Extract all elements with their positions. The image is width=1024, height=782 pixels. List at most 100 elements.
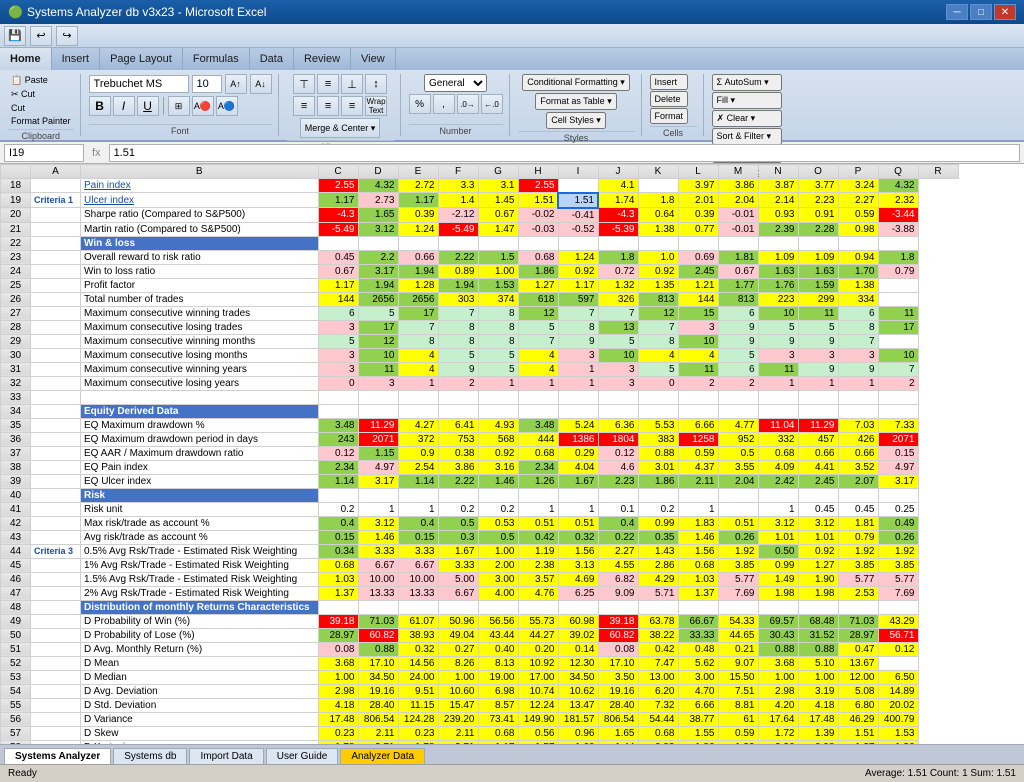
undo-button[interactable]: ↩	[30, 26, 52, 46]
data-cell[interactable]: 7	[838, 334, 878, 348]
data-cell[interactable]: 7	[558, 306, 598, 320]
data-cell[interactable]: 0.5	[438, 516, 478, 530]
data-cell[interactable]: 952	[718, 432, 758, 446]
data-cell[interactable]: 17	[878, 320, 918, 334]
data-cell[interactable]: 3.87	[758, 179, 798, 193]
data-cell[interactable]	[878, 656, 918, 670]
data-cell[interactable]: 1.86	[518, 264, 558, 278]
data-cell[interactable]: 2.72	[398, 179, 438, 193]
data-cell[interactable]	[558, 404, 598, 418]
data-cell[interactable]	[558, 390, 598, 404]
data-cell[interactable]: 2.23	[798, 193, 838, 208]
data-cell[interactable]: 1.92	[718, 544, 758, 558]
data-cell[interactable]: 5.08	[838, 684, 878, 698]
data-cell[interactable]: 1	[558, 376, 598, 390]
table-row[interactable]: 33	[1, 390, 959, 404]
data-cell[interactable]: 0.88	[758, 642, 798, 656]
data-cell[interactable]: 9	[718, 334, 758, 348]
data-cell[interactable]: 6.67	[438, 586, 478, 600]
data-cell[interactable]: 326	[598, 292, 638, 306]
data-cell[interactable]: 2.53	[838, 586, 878, 600]
data-cell[interactable]: 11	[798, 306, 838, 320]
data-cell[interactable]: 28.40	[598, 698, 638, 712]
data-cell[interactable]: 1.86	[638, 474, 678, 488]
data-cell[interactable]: 13	[598, 320, 638, 334]
col-header-i[interactable]: I	[558, 165, 598, 179]
data-cell[interactable]: 3	[318, 348, 358, 362]
data-cell[interactable]: 2.27	[598, 544, 638, 558]
data-cell[interactable]: 63.78	[638, 614, 678, 628]
data-cell[interactable]	[398, 236, 438, 250]
data-cell[interactable]	[798, 390, 838, 404]
data-cell[interactable]: 1.28	[398, 278, 438, 292]
data-cell[interactable]: 56.71	[878, 628, 918, 642]
data-cell[interactable]: 0.69	[678, 250, 718, 264]
data-cell[interactable]	[878, 390, 918, 404]
comma-button[interactable]: ,	[433, 94, 455, 114]
table-row[interactable]: 35EQ Maximum drawdown %3.4811.294.276.41…	[1, 418, 959, 432]
data-cell[interactable]: 4.20	[758, 698, 798, 712]
data-cell[interactable]: 1.81	[838, 516, 878, 530]
data-cell[interactable]: 9.07	[718, 656, 758, 670]
data-cell[interactable]: 3.00	[478, 572, 518, 586]
data-cell[interactable]: 2.54	[398, 460, 438, 474]
data-cell[interactable]: 0.67	[478, 208, 518, 223]
data-cell[interactable]: 1.74	[598, 193, 638, 208]
data-cell[interactable]: 1	[398, 502, 438, 516]
data-cell[interactable]: 0.32	[398, 642, 438, 656]
minimize-button[interactable]: ─	[946, 4, 968, 20]
data-cell[interactable]: 3.77	[798, 179, 838, 193]
data-cell[interactable]: 15.50	[718, 670, 758, 684]
close-button[interactable]: ✕	[994, 4, 1016, 20]
data-cell[interactable]: 1.81	[718, 250, 758, 264]
format-painter-button[interactable]: Format Painter	[8, 115, 74, 127]
data-cell[interactable]: 7	[598, 306, 638, 320]
data-cell[interactable]: 3.12	[758, 516, 798, 530]
data-cell[interactable]	[758, 404, 798, 418]
data-cell[interactable]: 8	[438, 334, 478, 348]
data-cell[interactable]: 813	[718, 292, 758, 306]
data-cell[interactable]: 7.69	[878, 586, 918, 600]
data-cell[interactable]: 1.03	[318, 572, 358, 586]
data-cell[interactable]: 0.68	[518, 446, 558, 460]
data-cell[interactable]: 7.47	[638, 656, 678, 670]
table-row[interactable]: 40Risk	[1, 488, 959, 502]
table-row[interactable]: 31Maximum consecutive winning years31149…	[1, 362, 959, 376]
data-cell[interactable]: 0.5	[478, 530, 518, 544]
cut-button[interactable]: ✂ Cut	[8, 88, 74, 101]
data-cell[interactable]: 17	[358, 320, 398, 334]
data-cell[interactable]: 8.26	[438, 656, 478, 670]
data-cell[interactable]: 0	[638, 376, 678, 390]
data-cell[interactable]: 5	[638, 362, 678, 376]
data-cell[interactable]: 4.77	[718, 418, 758, 432]
data-cell[interactable]: 66.67	[678, 614, 718, 628]
data-cell[interactable]: 0.42	[518, 530, 558, 544]
data-cell[interactable]: 17.64	[758, 712, 798, 726]
data-cell[interactable]	[478, 236, 518, 250]
data-cell[interactable]: 2.86	[638, 558, 678, 572]
data-cell[interactable]	[798, 404, 838, 418]
data-cell[interactable]: 5	[518, 320, 558, 334]
data-cell[interactable]: 2.45	[678, 264, 718, 278]
decrease-font-button[interactable]: A↓	[250, 74, 272, 94]
data-cell[interactable]: 6.82	[598, 572, 638, 586]
data-cell[interactable]: 4	[518, 348, 558, 362]
data-cell[interactable]: 5.62	[678, 656, 718, 670]
format-as-table-button[interactable]: Format as Table ▾	[535, 93, 616, 110]
data-cell[interactable]: 0.59	[718, 726, 758, 740]
text-direction-button[interactable]: ↕	[365, 74, 387, 94]
data-cell[interactable]: 1	[798, 376, 838, 390]
data-cell[interactable]: 0.79	[878, 264, 918, 278]
data-cell[interactable]	[478, 600, 518, 614]
data-cell[interactable]: 0.23	[318, 726, 358, 740]
data-cell[interactable]: 618	[518, 292, 558, 306]
data-cell[interactable]: 56.56	[478, 614, 518, 628]
data-cell[interactable]: 2.55	[518, 179, 558, 193]
tab-formulas[interactable]: Formulas	[183, 48, 250, 70]
table-row[interactable]: 461.5% Avg Rsk/Trade - Estimated Risk We…	[1, 572, 959, 586]
align-top-button[interactable]: ⊤	[293, 74, 315, 94]
data-cell[interactable]: 0.99	[638, 516, 678, 530]
data-cell[interactable]: 3.68	[318, 656, 358, 670]
data-cell[interactable]: 4.18	[318, 698, 358, 712]
data-cell[interactable]: 4.29	[638, 572, 678, 586]
